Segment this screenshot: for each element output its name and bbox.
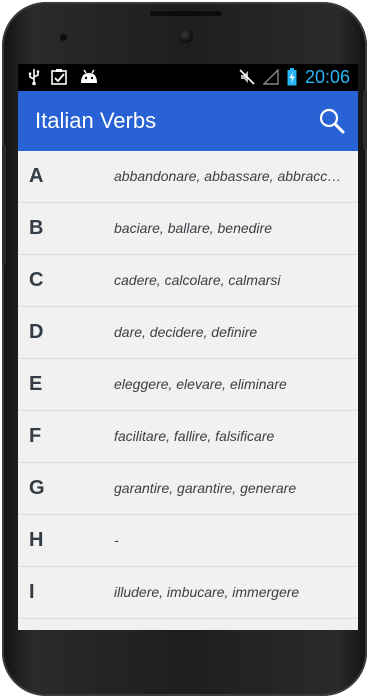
letter-label: I [29,581,35,603]
verbs-preview: cadere, calcolare, calmarsi [114,272,281,288]
letter-label: H [29,529,44,551]
bottom-bezel [18,630,358,680]
android-icon [81,69,97,83]
list-item-f[interactable]: F facilitare, fallire, falsificare [18,411,358,463]
letter-label: G [29,477,45,499]
letter-label: B [29,217,44,239]
power-button [363,90,367,150]
verbs-preview: abbandonare, abbassare, abbracciare [114,168,342,184]
verbs-preview: illudere, imbucare, immergere [114,584,300,600]
earpiece-speaker [150,11,222,16]
list-item-l[interactable]: L [18,619,358,630]
status-clock: 20:06 [304,67,350,87]
proximity-sensor [60,34,67,41]
clipboard-check-icon [51,69,67,85]
letter-list: A abbandonare, abbassare, abbracciare B … [18,151,358,630]
search-button[interactable] [318,107,346,135]
list-item-d[interactable]: D dare, decidere, definire [18,307,358,359]
front-camera [179,29,193,43]
search-icon [319,108,345,134]
list-item-c[interactable]: C cadere, calcolare, calmarsi [18,255,358,307]
screen: 20:06 Italian Verbs A abbandonare, abbas… [18,64,358,630]
list-item-h[interactable]: H - [18,515,358,567]
verbs-preview: - [114,532,119,548]
verbs-preview: dare, decidere, definire [114,324,258,340]
app-bar: Italian Verbs [18,91,358,151]
list-item-i[interactable]: I illudere, imbucare, immergere [18,567,358,619]
phone-frame: 20:06 Italian Verbs A abbandonare, abbas… [2,2,367,696]
list-item-g[interactable]: G garantire, garantire, generare [18,463,358,515]
verbs-preview: facilitare, fallire, falsificare [114,428,275,444]
battery-charging-icon [287,68,297,86]
list-item-e[interactable]: E eleggere, elevare, eliminare [18,359,358,411]
volume-button [2,145,6,265]
mute-icon [239,69,255,85]
letter-label: D [29,321,44,343]
status-bar: 20:06 [18,64,358,91]
verbs-preview: baciare, ballare, benedire [114,220,272,236]
list-item-b[interactable]: B baciare, ballare, benedire [18,203,358,255]
usb-icon [28,69,40,86]
verbs-preview: eleggere, elevare, eliminare [114,376,287,392]
letter-label: F [29,425,42,447]
app-title: Italian Verbs [35,108,157,133]
verbs-preview: garantire, garantire, generare [114,480,297,496]
list-item-a[interactable]: A abbandonare, abbassare, abbracciare [18,151,358,203]
letter-label: E [29,373,43,395]
signal-icon [262,69,279,85]
letter-label: C [29,269,44,291]
letter-label: A [29,165,44,187]
